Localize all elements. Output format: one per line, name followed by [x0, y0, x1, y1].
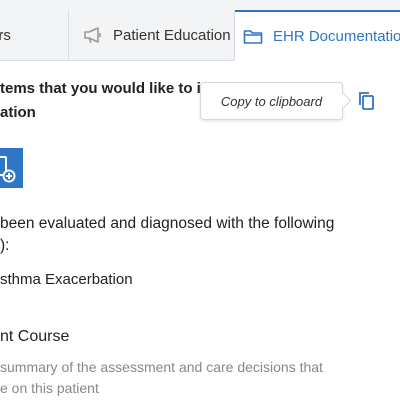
clipboard-add-icon [0, 156, 16, 183]
megaphone-icon [83, 25, 107, 45]
tab-label: ers [0, 26, 11, 44]
tab-label: Patient Education [113, 26, 231, 44]
tooltip-text: Copy to clipboard [220, 93, 323, 109]
tab-bar: ers Patient Education EHR Documentation [0, 0, 400, 61]
section-description: summary of the assessment and care decis… [0, 357, 345, 399]
description-line-2: e on this patient [0, 380, 99, 396]
intro-line-2: ): [0, 237, 10, 254]
copy-icon[interactable] [357, 90, 377, 112]
tab-patient-education[interactable]: Patient Education [69, 10, 235, 60]
tab-ehr-documentation[interactable]: EHR Documentation [235, 10, 400, 61]
intro-line-1: been evaluated and diagnosed with the fo… [0, 215, 335, 232]
diagnosis-item: sthma Exacerbation [0, 271, 133, 288]
tab-label: EHR Documentation [273, 28, 400, 45]
add-template-button[interactable] [0, 148, 23, 188]
diagnosis-intro: been evaluated and diagnosed with the fo… [0, 213, 400, 257]
tab-partial[interactable]: ers [0, 10, 69, 60]
folder-icon [243, 27, 267, 47]
description-line-1: summary of the assessment and care decis… [0, 359, 323, 375]
copy-tooltip: Copy to clipboard [200, 82, 343, 120]
section-title: nt Course [0, 328, 70, 345]
